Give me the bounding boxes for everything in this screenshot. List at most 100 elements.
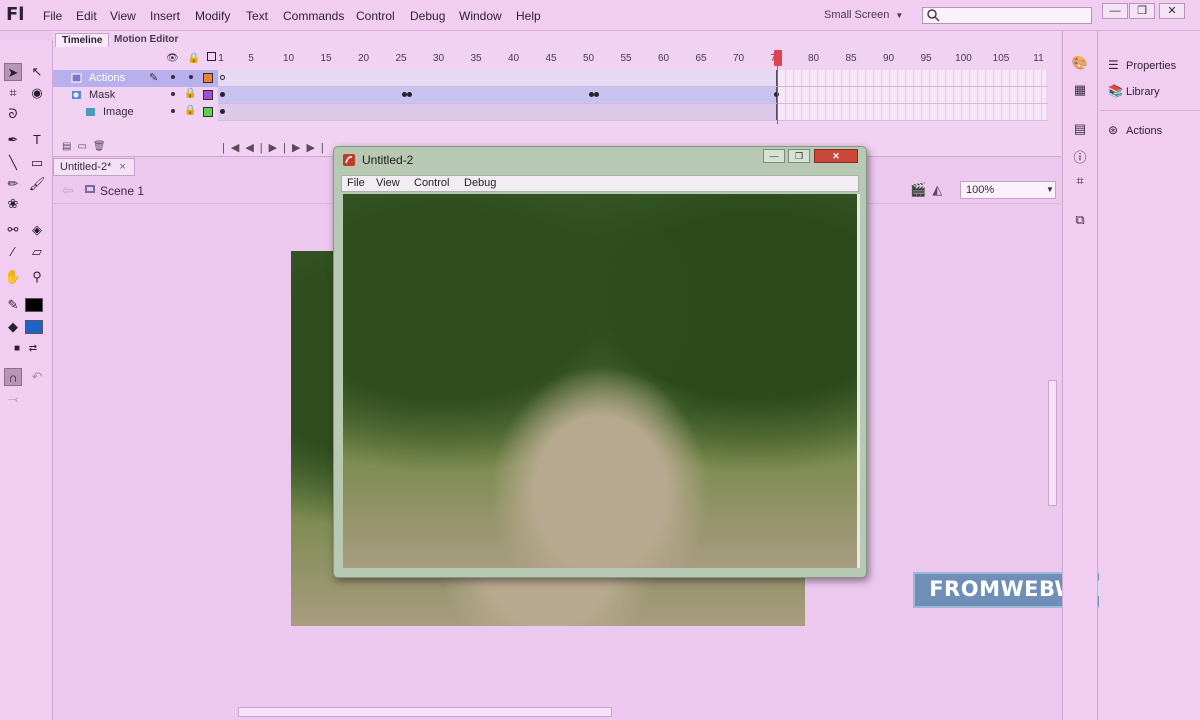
ruler-tick-label[interactable]: 50 bbox=[577, 53, 601, 64]
hand-tool-icon[interactable]: ✋ bbox=[4, 268, 22, 286]
visibility-dot[interactable] bbox=[171, 75, 175, 79]
keyframe[interactable] bbox=[220, 109, 225, 114]
playhead[interactable] bbox=[774, 50, 782, 126]
horizontal-scrollbar[interactable] bbox=[58, 706, 1048, 718]
menu-modify[interactable]: Modify bbox=[195, 9, 230, 23]
visibility-dot[interactable] bbox=[171, 109, 175, 113]
menu-view[interactable]: View bbox=[110, 9, 136, 23]
restore-button[interactable]: ❐ bbox=[1129, 3, 1155, 19]
chevron-down-icon[interactable]: ▼ bbox=[1046, 185, 1054, 194]
layer-image[interactable]: Image 🔒 bbox=[53, 104, 219, 121]
ruler-tick-label[interactable]: 20 bbox=[352, 53, 376, 64]
play-icon[interactable]: ▶ bbox=[269, 142, 283, 154]
ruler-tick-label[interactable]: 55 bbox=[614, 53, 638, 64]
frames-image[interactable] bbox=[218, 104, 1048, 121]
pencil-tool-icon[interactable]: ✏ bbox=[4, 175, 22, 193]
lock-icon[interactable]: 🔒 bbox=[184, 88, 196, 99]
zoom-tool-icon[interactable]: ⚲ bbox=[28, 268, 46, 286]
menu-edit[interactable]: Edit bbox=[76, 9, 97, 23]
trash-icon[interactable]: 🗑 bbox=[93, 141, 112, 152]
lock-icon[interactable]: 🔒 bbox=[184, 105, 196, 116]
new-folder-icon[interactable]: ▭ bbox=[77, 141, 92, 152]
layer-color-swatch[interactable] bbox=[203, 90, 213, 100]
menu-window[interactable]: Window bbox=[459, 9, 502, 23]
subselection-tool-icon[interactable]: ↖ bbox=[28, 63, 46, 81]
tab-motion-editor[interactable]: Motion Editor bbox=[108, 33, 184, 47]
player-scrollbar[interactable] bbox=[857, 194, 860, 568]
edit-scene-icon[interactable]: 🎬 bbox=[910, 182, 932, 197]
align-icon[interactable]: ▤ bbox=[1071, 121, 1089, 137]
ruler-tick-label[interactable]: 105 bbox=[989, 53, 1013, 64]
frames-mask[interactable] bbox=[218, 87, 1048, 104]
workspace-switcher[interactable]: Small Screen ▼ bbox=[824, 9, 903, 21]
new-layer-icon[interactable]: ▤ bbox=[62, 141, 77, 152]
ruler-tick-label[interactable]: 40 bbox=[502, 53, 526, 64]
components-icon[interactable]: ⧉ bbox=[1071, 212, 1089, 228]
lock-icon[interactable]: 🔒 bbox=[187, 53, 199, 64]
edit-symbols-icon[interactable]: ◭ bbox=[932, 182, 948, 197]
keyframe[interactable] bbox=[594, 92, 599, 97]
ruler-tick-label[interactable]: 30 bbox=[427, 53, 451, 64]
eye-icon[interactable]: 👁 bbox=[166, 53, 179, 64]
menu-control[interactable]: Control bbox=[356, 9, 395, 23]
bone-tool-icon[interactable]: ⚯ bbox=[4, 221, 22, 239]
scene-label[interactable]: Scene 1 bbox=[100, 184, 144, 198]
layer-actions[interactable]: Actions ✎ bbox=[53, 70, 219, 87]
ruler-tick-label[interactable]: 5 bbox=[239, 53, 263, 64]
lock-dot[interactable] bbox=[189, 75, 193, 79]
line-tool-icon[interactable]: ╲ bbox=[4, 154, 22, 172]
menu-text[interactable]: Text bbox=[246, 9, 268, 23]
next-frame-icon[interactable]: |▶ bbox=[283, 142, 306, 154]
stroke-color-swatch[interactable] bbox=[25, 298, 43, 312]
swap-colors-icon[interactable]: ⇄ bbox=[24, 340, 42, 358]
library-panel-button[interactable]: 📚 Library bbox=[1108, 84, 1160, 98]
selection-tool-icon[interactable]: ➤ bbox=[4, 63, 22, 81]
visibility-dot[interactable] bbox=[171, 92, 175, 96]
player-close-button[interactable]: ✕ bbox=[814, 149, 858, 163]
text-tool-icon[interactable]: T bbox=[28, 131, 46, 149]
paint-bucket-icon[interactable]: ◈ bbox=[28, 221, 46, 239]
last-frame-icon[interactable]: ▶| bbox=[306, 142, 329, 154]
ruler-tick-label[interactable]: 80 bbox=[802, 53, 826, 64]
scroll-thumb[interactable] bbox=[1048, 380, 1057, 506]
layer-mask[interactable]: Mask 🔒 bbox=[53, 87, 219, 104]
tab-timeline[interactable]: Timeline bbox=[55, 33, 110, 47]
properties-panel-button[interactable]: ☰ Properties bbox=[1108, 58, 1176, 72]
minimize-button[interactable]: — bbox=[1102, 3, 1128, 19]
player-menu-control[interactable]: Control bbox=[414, 177, 449, 189]
layer-color-swatch[interactable] bbox=[203, 73, 213, 83]
player-menu-debug[interactable]: Debug bbox=[464, 177, 496, 189]
close-tab-icon[interactable]: × bbox=[119, 161, 125, 173]
menu-debug[interactable]: Debug bbox=[410, 9, 445, 23]
prev-frame-icon[interactable]: ◀| bbox=[245, 142, 268, 154]
ruler-tick-label[interactable]: 95 bbox=[914, 53, 938, 64]
straighten-icon[interactable]: ⤙ bbox=[4, 390, 22, 408]
search-input[interactable] bbox=[922, 7, 1092, 24]
ruler-tick-label[interactable]: 11 bbox=[1027, 53, 1051, 64]
eyedropper-icon[interactable]: ⁄ bbox=[4, 243, 22, 261]
keyframe[interactable] bbox=[220, 75, 225, 80]
first-frame-icon[interactable]: |◀ bbox=[222, 142, 245, 154]
fill-color-swatch[interactable] bbox=[25, 320, 43, 334]
smooth-icon[interactable]: ↶ bbox=[28, 368, 46, 386]
ruler-tick-label[interactable]: 15 bbox=[314, 53, 338, 64]
lasso-icon[interactable]: ᘐ bbox=[4, 105, 22, 123]
menu-help[interactable]: Help bbox=[516, 9, 541, 23]
ruler-tick-label[interactable]: 85 bbox=[839, 53, 863, 64]
ruler-tick-label[interactable]: 10 bbox=[277, 53, 301, 64]
layer-color-swatch[interactable] bbox=[203, 107, 213, 117]
frames-actions[interactable] bbox=[218, 70, 1048, 87]
deco-tool-icon[interactable]: ❀ bbox=[4, 195, 22, 213]
free-transform-icon[interactable]: ⌗ bbox=[4, 84, 22, 102]
ruler-tick-label[interactable]: 90 bbox=[877, 53, 901, 64]
menu-commands[interactable]: Commands bbox=[283, 9, 344, 23]
ruler-tick-label[interactable]: 60 bbox=[652, 53, 676, 64]
document-tab[interactable]: Untitled-2* × bbox=[53, 158, 135, 176]
vertical-scrollbar[interactable] bbox=[1047, 210, 1059, 708]
brush-tool-icon[interactable]: 🖌 bbox=[28, 175, 46, 193]
close-button[interactable]: ✕ bbox=[1159, 3, 1185, 19]
transform-icon[interactable]: ⌗ bbox=[1071, 173, 1089, 189]
ruler-tick-label[interactable]: 65 bbox=[689, 53, 713, 64]
ruler-tick-label[interactable]: 25 bbox=[389, 53, 413, 64]
color-panel-icon[interactable]: 🎨 bbox=[1071, 55, 1089, 71]
